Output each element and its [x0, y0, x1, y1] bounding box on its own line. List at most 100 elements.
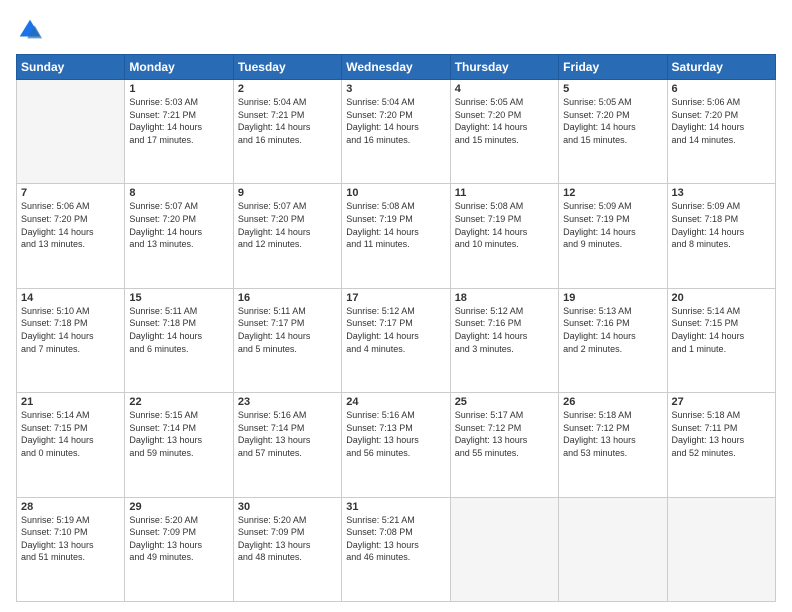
calendar-cell: 7Sunrise: 5:06 AM Sunset: 7:20 PM Daylig…: [17, 184, 125, 288]
logo-icon: [16, 16, 44, 44]
day-info: Sunrise: 5:14 AM Sunset: 7:15 PM Dayligh…: [21, 409, 120, 459]
header-cell-monday: Monday: [125, 55, 233, 80]
calendar-cell: 10Sunrise: 5:08 AM Sunset: 7:19 PM Dayli…: [342, 184, 450, 288]
header-cell-wednesday: Wednesday: [342, 55, 450, 80]
calendar-table: SundayMondayTuesdayWednesdayThursdayFrid…: [16, 54, 776, 602]
day-info: Sunrise: 5:20 AM Sunset: 7:09 PM Dayligh…: [238, 514, 337, 564]
day-info: Sunrise: 5:07 AM Sunset: 7:20 PM Dayligh…: [129, 200, 228, 250]
day-number: 16: [238, 292, 337, 304]
day-info: Sunrise: 5:08 AM Sunset: 7:19 PM Dayligh…: [455, 200, 554, 250]
calendar-cell: 28Sunrise: 5:19 AM Sunset: 7:10 PM Dayli…: [17, 497, 125, 601]
header-row: SundayMondayTuesdayWednesdayThursdayFrid…: [17, 55, 776, 80]
day-number: 12: [563, 187, 662, 199]
day-number: 25: [455, 396, 554, 408]
day-number: 4: [455, 83, 554, 95]
day-number: 7: [21, 187, 120, 199]
day-info: Sunrise: 5:03 AM Sunset: 7:21 PM Dayligh…: [129, 96, 228, 146]
day-number: 8: [129, 187, 228, 199]
calendar-body: 1Sunrise: 5:03 AM Sunset: 7:21 PM Daylig…: [17, 80, 776, 602]
day-number: 2: [238, 83, 337, 95]
day-info: Sunrise: 5:06 AM Sunset: 7:20 PM Dayligh…: [21, 200, 120, 250]
calendar-cell: 15Sunrise: 5:11 AM Sunset: 7:18 PM Dayli…: [125, 288, 233, 392]
calendar-row-2: 14Sunrise: 5:10 AM Sunset: 7:18 PM Dayli…: [17, 288, 776, 392]
day-info: Sunrise: 5:15 AM Sunset: 7:14 PM Dayligh…: [129, 409, 228, 459]
day-info: Sunrise: 5:18 AM Sunset: 7:11 PM Dayligh…: [672, 409, 771, 459]
calendar-cell: 20Sunrise: 5:14 AM Sunset: 7:15 PM Dayli…: [667, 288, 775, 392]
calendar-row-4: 28Sunrise: 5:19 AM Sunset: 7:10 PM Dayli…: [17, 497, 776, 601]
day-info: Sunrise: 5:07 AM Sunset: 7:20 PM Dayligh…: [238, 200, 337, 250]
day-number: 5: [563, 83, 662, 95]
day-info: Sunrise: 5:14 AM Sunset: 7:15 PM Dayligh…: [672, 305, 771, 355]
day-info: Sunrise: 5:16 AM Sunset: 7:14 PM Dayligh…: [238, 409, 337, 459]
calendar-cell: 12Sunrise: 5:09 AM Sunset: 7:19 PM Dayli…: [559, 184, 667, 288]
day-info: Sunrise: 5:11 AM Sunset: 7:17 PM Dayligh…: [238, 305, 337, 355]
day-info: Sunrise: 5:19 AM Sunset: 7:10 PM Dayligh…: [21, 514, 120, 564]
day-number: 1: [129, 83, 228, 95]
day-info: Sunrise: 5:16 AM Sunset: 7:13 PM Dayligh…: [346, 409, 445, 459]
calendar-cell: 27Sunrise: 5:18 AM Sunset: 7:11 PM Dayli…: [667, 393, 775, 497]
day-info: Sunrise: 5:21 AM Sunset: 7:08 PM Dayligh…: [346, 514, 445, 564]
calendar-cell: [450, 497, 558, 601]
calendar-cell: [667, 497, 775, 601]
calendar-cell: 22Sunrise: 5:15 AM Sunset: 7:14 PM Dayli…: [125, 393, 233, 497]
calendar-cell: 3Sunrise: 5:04 AM Sunset: 7:20 PM Daylig…: [342, 80, 450, 184]
header-cell-thursday: Thursday: [450, 55, 558, 80]
day-number: 28: [21, 501, 120, 513]
day-number: 14: [21, 292, 120, 304]
day-number: 29: [129, 501, 228, 513]
day-number: 23: [238, 396, 337, 408]
calendar-cell: 9Sunrise: 5:07 AM Sunset: 7:20 PM Daylig…: [233, 184, 341, 288]
calendar-cell: 25Sunrise: 5:17 AM Sunset: 7:12 PM Dayli…: [450, 393, 558, 497]
day-number: 18: [455, 292, 554, 304]
calendar-cell: 17Sunrise: 5:12 AM Sunset: 7:17 PM Dayli…: [342, 288, 450, 392]
calendar-cell: 26Sunrise: 5:18 AM Sunset: 7:12 PM Dayli…: [559, 393, 667, 497]
calendar-cell: 30Sunrise: 5:20 AM Sunset: 7:09 PM Dayli…: [233, 497, 341, 601]
day-info: Sunrise: 5:05 AM Sunset: 7:20 PM Dayligh…: [455, 96, 554, 146]
day-number: 22: [129, 396, 228, 408]
day-info: Sunrise: 5:18 AM Sunset: 7:12 PM Dayligh…: [563, 409, 662, 459]
day-number: 26: [563, 396, 662, 408]
day-info: Sunrise: 5:05 AM Sunset: 7:20 PM Dayligh…: [563, 96, 662, 146]
day-number: 17: [346, 292, 445, 304]
day-info: Sunrise: 5:13 AM Sunset: 7:16 PM Dayligh…: [563, 305, 662, 355]
day-number: 6: [672, 83, 771, 95]
day-info: Sunrise: 5:04 AM Sunset: 7:21 PM Dayligh…: [238, 96, 337, 146]
logo: [16, 16, 48, 44]
calendar-cell: 23Sunrise: 5:16 AM Sunset: 7:14 PM Dayli…: [233, 393, 341, 497]
header-cell-sunday: Sunday: [17, 55, 125, 80]
calendar-cell: 1Sunrise: 5:03 AM Sunset: 7:21 PM Daylig…: [125, 80, 233, 184]
calendar-cell: 14Sunrise: 5:10 AM Sunset: 7:18 PM Dayli…: [17, 288, 125, 392]
calendar-row-0: 1Sunrise: 5:03 AM Sunset: 7:21 PM Daylig…: [17, 80, 776, 184]
header: [16, 16, 776, 44]
day-number: 13: [672, 187, 771, 199]
calendar-cell: 24Sunrise: 5:16 AM Sunset: 7:13 PM Dayli…: [342, 393, 450, 497]
day-info: Sunrise: 5:12 AM Sunset: 7:17 PM Dayligh…: [346, 305, 445, 355]
day-number: 19: [563, 292, 662, 304]
calendar-cell: 31Sunrise: 5:21 AM Sunset: 7:08 PM Dayli…: [342, 497, 450, 601]
day-info: Sunrise: 5:12 AM Sunset: 7:16 PM Dayligh…: [455, 305, 554, 355]
calendar-cell: 11Sunrise: 5:08 AM Sunset: 7:19 PM Dayli…: [450, 184, 558, 288]
day-number: 31: [346, 501, 445, 513]
calendar-row-3: 21Sunrise: 5:14 AM Sunset: 7:15 PM Dayli…: [17, 393, 776, 497]
day-number: 20: [672, 292, 771, 304]
calendar-cell: 2Sunrise: 5:04 AM Sunset: 7:21 PM Daylig…: [233, 80, 341, 184]
calendar-row-1: 7Sunrise: 5:06 AM Sunset: 7:20 PM Daylig…: [17, 184, 776, 288]
day-number: 30: [238, 501, 337, 513]
day-number: 21: [21, 396, 120, 408]
day-info: Sunrise: 5:17 AM Sunset: 7:12 PM Dayligh…: [455, 409, 554, 459]
day-info: Sunrise: 5:08 AM Sunset: 7:19 PM Dayligh…: [346, 200, 445, 250]
calendar-header: SundayMondayTuesdayWednesdayThursdayFrid…: [17, 55, 776, 80]
day-number: 11: [455, 187, 554, 199]
day-info: Sunrise: 5:06 AM Sunset: 7:20 PM Dayligh…: [672, 96, 771, 146]
header-cell-friday: Friday: [559, 55, 667, 80]
day-info: Sunrise: 5:04 AM Sunset: 7:20 PM Dayligh…: [346, 96, 445, 146]
day-number: 10: [346, 187, 445, 199]
day-number: 9: [238, 187, 337, 199]
calendar-cell: 16Sunrise: 5:11 AM Sunset: 7:17 PM Dayli…: [233, 288, 341, 392]
calendar-cell: 13Sunrise: 5:09 AM Sunset: 7:18 PM Dayli…: [667, 184, 775, 288]
header-cell-tuesday: Tuesday: [233, 55, 341, 80]
calendar-cell: [559, 497, 667, 601]
calendar-cell: 5Sunrise: 5:05 AM Sunset: 7:20 PM Daylig…: [559, 80, 667, 184]
header-cell-saturday: Saturday: [667, 55, 775, 80]
calendar-cell: 29Sunrise: 5:20 AM Sunset: 7:09 PM Dayli…: [125, 497, 233, 601]
